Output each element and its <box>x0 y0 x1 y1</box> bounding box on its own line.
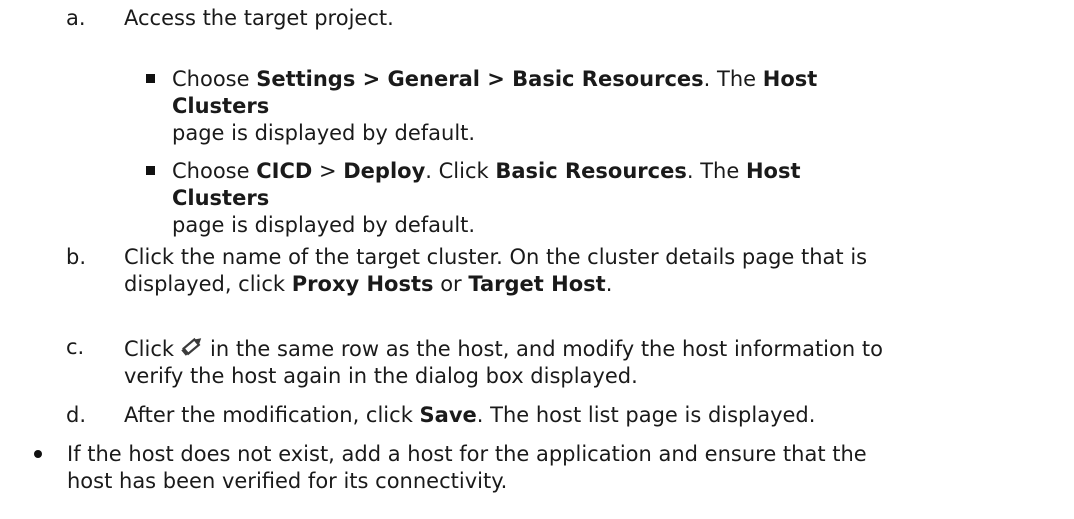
square-bullet-icon <box>146 166 155 175</box>
square-bullet-icon <box>146 74 155 83</box>
sub-item-2: Choose CICD > Deploy. Click Basic Resour… <box>172 159 801 237</box>
bullet-text: If the host does not exist, add a host f… <box>67 442 867 493</box>
edit-pencil-icon <box>178 334 206 358</box>
step-b-text: Click the name of the target cluster. On… <box>124 245 868 296</box>
round-bullet-icon <box>34 450 42 458</box>
step-a-text: Access the target project. <box>124 6 394 30</box>
step-c-marker: c. <box>66 335 85 359</box>
step-d-marker: d. <box>66 403 87 427</box>
menu-path: Settings > General > Basic Resources <box>256 67 704 91</box>
save-label: Save <box>419 403 477 427</box>
step-a-marker: a. <box>66 6 86 30</box>
step-b-marker: b. <box>66 245 87 269</box>
step-c-text: Click in the same row as the host, and mo… <box>124 334 1044 390</box>
sub-item-1: Choose Settings > General > Basic Resour… <box>172 67 818 145</box>
step-d-text: After the modification, click Save. The … <box>124 403 816 427</box>
